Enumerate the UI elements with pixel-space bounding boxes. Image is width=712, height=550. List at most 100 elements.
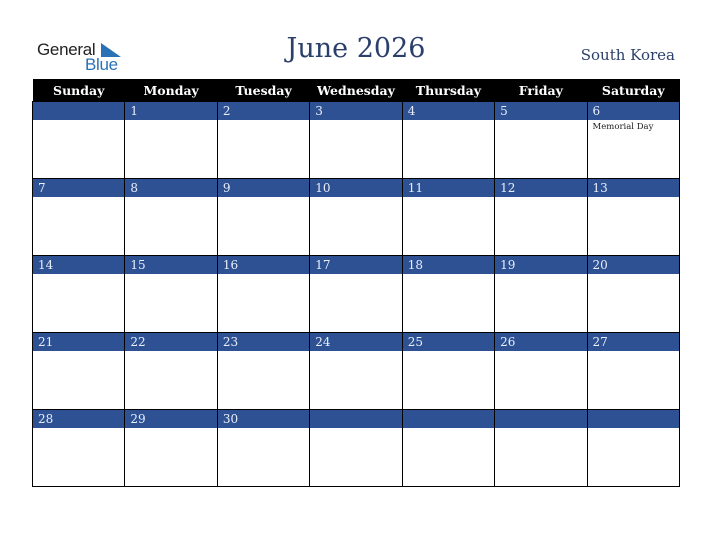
day-cell[interactable]: 17 [309,255,403,333]
weekday-header: Tuesday [217,79,310,102]
day-number: 20 [587,256,679,274]
holiday-label [495,120,586,122]
holiday-label [125,120,216,122]
day-cell[interactable]: 10 [309,178,403,256]
day-cell[interactable]: 24 [309,332,403,410]
day-cell[interactable]: 5 [494,101,588,179]
day-cell[interactable]: 23 [216,332,311,410]
day-cell[interactable]: 18 [401,255,496,333]
day-cell[interactable]: 21 [31,332,126,410]
day-cell[interactable] [494,409,588,487]
day-number [587,410,679,428]
day-number: 18 [402,256,495,274]
holiday-label [403,197,494,199]
holiday-label [125,351,216,353]
holiday-label [310,351,401,353]
day-number: 28 [33,410,125,428]
day-number: 11 [402,179,495,197]
country-label: South Korea [580,46,675,64]
day-cell[interactable]: 4 [401,101,496,179]
day-number: 8 [125,179,217,197]
day-cell[interactable] [309,409,403,487]
holiday-label [588,274,679,276]
day-number: 3 [310,102,402,120]
day-number: 21 [33,333,125,351]
day-number: 9 [217,179,310,197]
day-cell[interactable]: 28 [31,409,126,487]
holiday-label [310,274,401,276]
day-number: 6 [587,102,679,120]
day-cell[interactable]: 8 [124,178,218,256]
holiday-label [33,351,124,353]
weekday-header-row: Sunday Monday Tuesday Wednesday Thursday… [32,79,680,102]
day-cell[interactable]: 26 [494,332,588,410]
holiday-label [403,274,494,276]
day-number: 12 [495,179,587,197]
day-number: 4 [402,102,495,120]
day-number: 14 [33,256,125,274]
day-cell[interactable]: 19 [494,255,588,333]
day-cell[interactable]: 7 [31,178,126,256]
day-cell[interactable] [586,409,681,487]
day-number [495,410,587,428]
day-number: 30 [217,410,310,428]
holiday-label [403,428,494,430]
day-number: 13 [587,179,679,197]
holiday-label [125,428,216,430]
day-cell[interactable]: 29 [124,409,218,487]
day-cell[interactable]: 2 [216,101,311,179]
day-number [310,410,402,428]
holiday-label [310,428,401,430]
day-cell[interactable]: 9 [216,178,311,256]
day-number: 10 [310,179,402,197]
holiday-label [588,428,679,430]
day-cell[interactable] [401,409,496,487]
holiday-label [495,428,586,430]
weekday-header: Wednesday [309,79,403,102]
day-cell[interactable]: 22 [124,332,218,410]
week-row: 21 22 23 24 25 26 27 [31,332,681,410]
day-number [402,410,495,428]
day-cell[interactable]: 20 [586,255,681,333]
holiday-label [588,351,679,353]
day-cell[interactable]: 30 [216,409,311,487]
week-row: 7 8 9 10 11 12 13 [31,178,681,256]
weekday-header: Thursday [402,79,495,102]
day-cell[interactable] [31,101,126,179]
week-row: 14 15 16 17 18 19 20 [31,255,681,333]
weekday-header: Monday [124,79,218,102]
holiday-label [218,120,309,122]
day-cell[interactable]: 25 [401,332,496,410]
day-cell[interactable]: 27 [586,332,681,410]
day-number: 2 [217,102,310,120]
holiday-label [588,197,679,199]
holiday-label [125,274,216,276]
holiday-label [218,274,309,276]
day-cell[interactable]: 16 [216,255,311,333]
day-cell[interactable]: 15 [124,255,218,333]
week-row: 28 29 30 [31,409,681,487]
holiday-label [495,197,586,199]
holiday-label [218,428,309,430]
day-cell[interactable]: 12 [494,178,588,256]
holiday-label [33,197,124,199]
day-cell[interactable]: 1 [124,101,218,179]
holiday-label [403,120,494,122]
day-number: 27 [587,333,679,351]
day-cell[interactable]: 11 [401,178,496,256]
holiday-label [125,197,216,199]
day-number: 19 [495,256,587,274]
holiday-label [310,197,401,199]
holiday-label: Memorial Day [592,122,654,132]
day-cell[interactable]: 6 Memorial Day [586,101,681,179]
week-row: 1 2 3 4 5 6 Memorial Day [31,101,681,179]
day-number [33,102,125,120]
day-cell[interactable]: 3 [309,101,403,179]
day-cell[interactable]: 14 [31,255,126,333]
calendar-grid: Sunday Monday Tuesday Wednesday Thursday… [31,79,681,487]
weekday-header: Saturday [587,79,680,102]
holiday-label [33,120,124,122]
day-number: 26 [495,333,587,351]
day-cell[interactable]: 13 [586,178,681,256]
holiday-label [495,274,586,276]
